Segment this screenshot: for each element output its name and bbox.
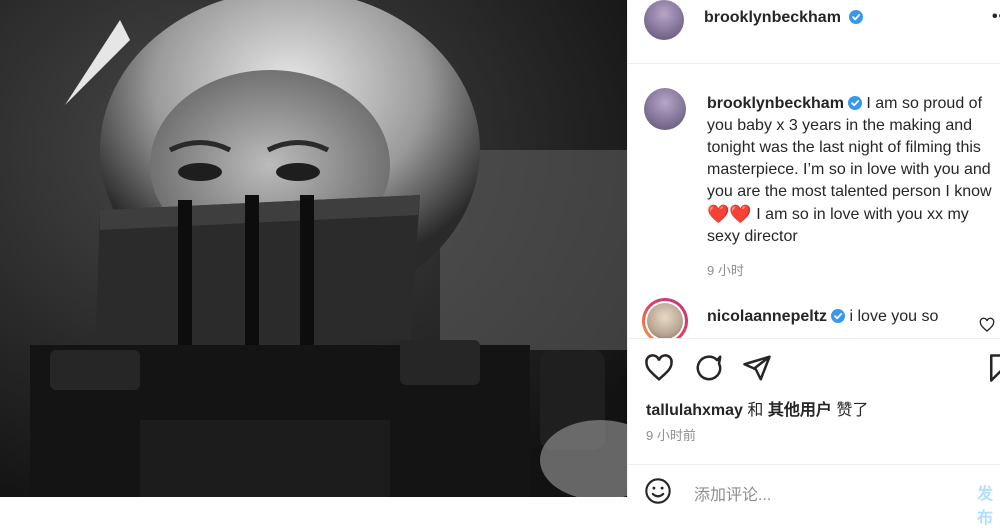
caption-author-avatar[interactable] <box>644 88 686 130</box>
caption-text: brooklynbeckham I am so proud of you bab… <box>707 93 999 248</box>
caption-author-username[interactable]: brooklynbeckham <box>707 95 844 112</box>
share-send-icon[interactable] <box>742 353 772 383</box>
comment-body: i love you so <box>849 308 939 325</box>
like-heart-icon[interactable] <box>644 353 674 383</box>
author-username-wrap: brooklynbeckham <box>704 9 864 27</box>
post-side-panel: brooklynbeckham •• brooklynbeckham I am … <box>627 0 1000 527</box>
verified-badge-icon <box>831 309 846 323</box>
comment-text: nicolaannepeltz i love you so <box>707 308 938 326</box>
author-username[interactable]: brooklynbeckham <box>704 9 841 26</box>
save-bookmark-icon[interactable] <box>985 353 1000 383</box>
verified-badge-icon <box>849 10 864 24</box>
caption-timestamp[interactable]: 9 小时 <box>707 260 744 279</box>
add-comment-bar: 添加评论... 发布 <box>628 464 1000 527</box>
add-comment-input[interactable]: 添加评论... <box>694 481 771 505</box>
post-header: brooklynbeckham •• <box>628 0 1000 64</box>
more-options-icon[interactable]: •• <box>992 8 1000 26</box>
commenter-username[interactable]: nicolaannepeltz <box>707 308 827 325</box>
likes-and: 和 <box>747 402 764 419</box>
post-comment-button[interactable]: 发布 <box>977 480 1000 528</box>
post-photo[interactable] <box>0 0 627 497</box>
photo-image <box>0 0 627 497</box>
liker-username[interactable]: tallulahxmay <box>646 402 743 419</box>
likes-others-link[interactable]: 其他用户 <box>768 402 832 419</box>
author-avatar[interactable] <box>644 0 684 40</box>
post-actions: tallulahxmay 和 其他用户 赞了 9 小时前 添加评论... 发布 <box>628 338 1000 527</box>
emoji-smile-icon[interactable] <box>644 477 672 505</box>
comment-row: nicolaannepeltz i love you so <box>628 298 1000 338</box>
comment-like-heart-icon[interactable] <box>979 317 995 333</box>
likes-verb: 赞了 <box>836 402 869 419</box>
verified-badge-icon <box>847 96 862 110</box>
likes-summary: tallulahxmay 和 其他用户 赞了 <box>646 396 868 420</box>
heart-emoji: ❤️❤️ <box>707 204 752 224</box>
post-timestamp[interactable]: 9 小时前 <box>646 425 696 444</box>
comment-bubble-icon[interactable] <box>694 353 724 383</box>
commenter-avatar[interactable] <box>642 298 688 338</box>
